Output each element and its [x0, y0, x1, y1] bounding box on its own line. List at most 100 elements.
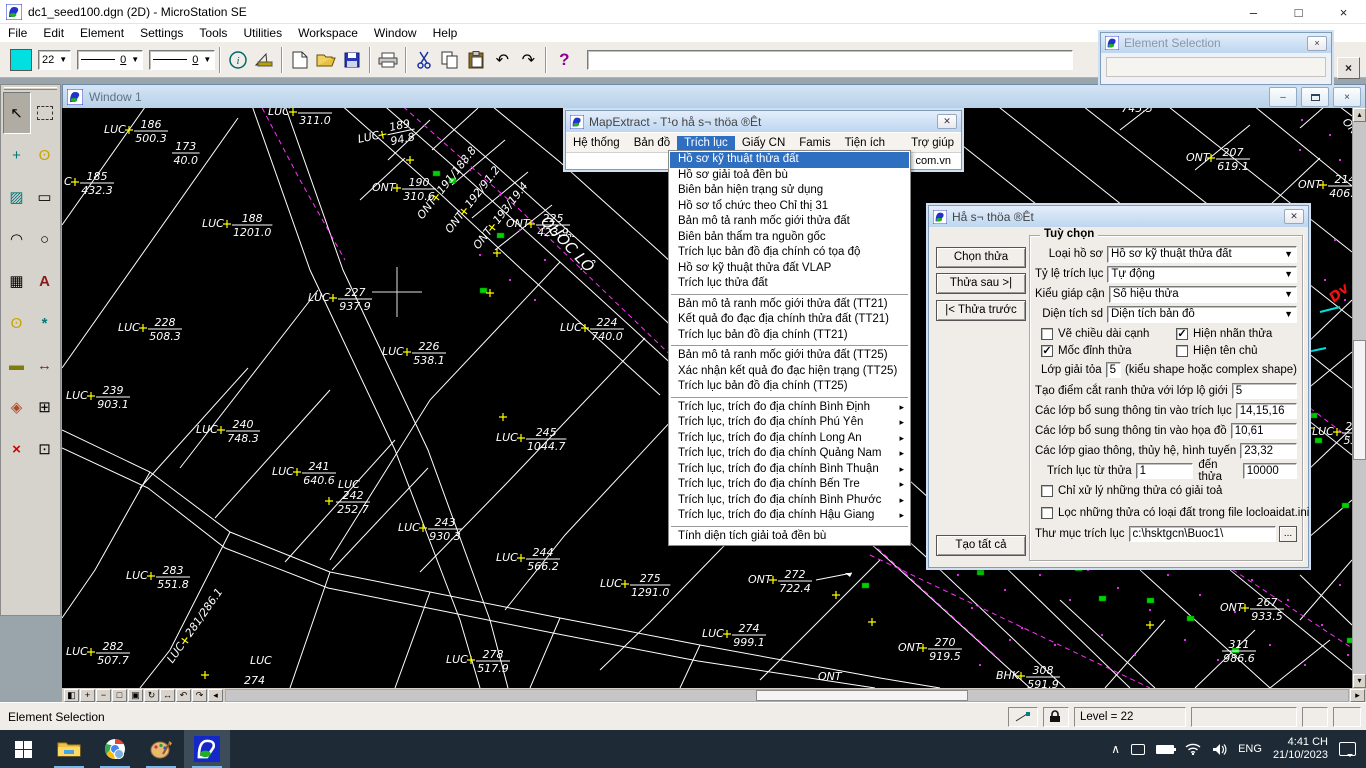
dropdown-menu-item[interactable]: Trích lục, trích đo địa chính Bình Thuận…	[670, 462, 909, 478]
minimize-button[interactable]: –	[1231, 0, 1276, 24]
mapextract-menu-item[interactable]: Bản đồ	[627, 136, 677, 150]
file-explorer-taskbar-button[interactable]	[46, 730, 92, 768]
color-palette-tool[interactable]: ◈	[3, 386, 31, 428]
dropdown-menu-item[interactable]: Trích lục, trích đo địa chính Hậu Giang▸	[670, 508, 909, 524]
rotation-lock-icon[interactable]	[1131, 744, 1145, 755]
key-in-field[interactable]	[587, 50, 1073, 70]
measure-tool[interactable]: ▬	[3, 344, 31, 386]
line-style-combo[interactable]: 0▼	[77, 50, 143, 70]
moc-dinh-thua-checkbox[interactable]: Mốc đỉnh thửa	[1041, 345, 1176, 357]
loc-thua-loai-dat-checkbox[interactable]: Lọc những thửa có loại đất trong file lo…	[1041, 503, 1297, 522]
mapextract-menu-item[interactable]: Famis	[792, 136, 837, 150]
lop-giao-thong-input[interactable]: 23,32	[1240, 443, 1297, 459]
loai-ho-so-select[interactable]: Hồ sơ kỹ thuật thửa đất▼	[1107, 246, 1297, 263]
cut-button[interactable]	[412, 48, 436, 72]
palette-grip[interactable]	[4, 87, 57, 90]
mapextract-menu-item[interactable]: Tiện ích	[838, 136, 892, 150]
lock-panel[interactable]	[1043, 707, 1069, 727]
ve-chieu-dai-canh-checkbox[interactable]: Vẽ chiều dài cạnh	[1041, 328, 1176, 340]
start-button[interactable]	[0, 730, 46, 768]
kieu-giap-can-select[interactable]: Số hiệu thửa▼	[1109, 286, 1297, 303]
mapextract-menu-item[interactable]: Trích lục	[677, 136, 735, 150]
hien-nhan-thua-checkbox[interactable]: Hiện nhãn thửa	[1176, 328, 1297, 340]
view-control-6[interactable]: ↔	[160, 689, 175, 702]
battery-icon[interactable]	[1156, 745, 1174, 754]
dropdown-menu-item[interactable]: Trích lục, trích đo địa chính Bến Tre▸	[670, 477, 909, 493]
paste-button[interactable]	[464, 48, 488, 72]
analyze-element-button[interactable]: i	[226, 48, 250, 72]
chrome-taskbar-button[interactable]	[92, 730, 138, 768]
mapextract-menu-item[interactable]: Trợ giúp	[904, 136, 961, 150]
window1-close-button[interactable]: ×	[1333, 87, 1361, 107]
line-weight-combo[interactable]: 0▼	[149, 50, 215, 70]
menu-item-workspace[interactable]: Workspace	[290, 26, 366, 40]
element-selection-titlebar[interactable]: Element Selection ×	[1101, 33, 1331, 53]
thua-sau-button[interactable]: Thửa sau >|	[936, 273, 1026, 294]
save-button[interactable]	[340, 48, 364, 72]
chi-xu-ly-giai-toa-checkbox[interactable]: Chỉ xử lý những thửa có giải toả	[1041, 481, 1297, 500]
menu-item-window[interactable]: Window	[366, 26, 425, 40]
dropdown-menu-item[interactable]: Kết quả đo đạc địa chính thửa đất (TT21)	[670, 312, 909, 328]
dropdown-menu-item[interactable]: Trích lục thửa đất	[670, 276, 909, 292]
dropdown-menu-item[interactable]: Trích lục bản đồ địa chính (TT21)	[670, 328, 909, 344]
fit-view-tool[interactable]: ⊡	[31, 428, 59, 470]
cells-tool[interactable]: ▦	[3, 260, 31, 302]
delete-element-tool[interactable]: ×	[3, 428, 31, 470]
view-control-7[interactable]: ↶	[176, 689, 191, 702]
dropdown-menu-item[interactable]: Xác nhận kết quả đo đạc hiện trạng (TT25…	[670, 364, 909, 380]
clock[interactable]: 4:41 CH21/10/2023	[1273, 736, 1328, 762]
dropdown-menu-item[interactable]: Trích lục bản đồ địa chính (TT25)	[670, 379, 909, 395]
snap-mode-panel[interactable]	[1008, 707, 1038, 727]
view-control-5[interactable]: ↻	[144, 689, 159, 702]
vertical-scrollbar[interactable]: ▴ ▾	[1352, 108, 1366, 688]
active-color-swatch[interactable]	[10, 49, 32, 71]
menu-item-edit[interactable]: Edit	[35, 26, 72, 40]
text-tool[interactable]: A	[31, 260, 59, 302]
open-file-button[interactable]	[314, 48, 338, 72]
thu-muc-trich-luc-input[interactable]: c:\hsktgcn\Buoc1\	[1129, 526, 1277, 542]
paint-taskbar-button[interactable]	[138, 730, 184, 768]
menu-item-element[interactable]: Element	[72, 26, 132, 40]
view-control-1[interactable]: +	[80, 689, 95, 702]
microstation-taskbar-button[interactable]	[184, 730, 230, 768]
ellipse-tool[interactable]: ○	[31, 218, 59, 260]
scroll-left-button[interactable]: ◂	[208, 689, 223, 702]
smartline-tool[interactable]: ʘ	[31, 134, 59, 176]
den-thua-input[interactable]: 10000	[1243, 463, 1297, 479]
view-control-0[interactable]: ◧	[64, 689, 79, 702]
dropdown-menu-item[interactable]: Trích lục, trích đo địa chính Bình Phước…	[670, 493, 909, 509]
pattern-tool[interactable]: ▨	[3, 176, 31, 218]
window1-titlebar[interactable]: Window 1 – ×	[63, 85, 1365, 109]
help-button[interactable]: ?	[552, 48, 576, 72]
scroll-up-button[interactable]: ▴	[1353, 108, 1366, 122]
point-star-tool[interactable]: *	[31, 302, 59, 344]
view-control-8[interactable]: ↷	[192, 689, 207, 702]
vertical-scroll-thumb[interactable]	[1353, 340, 1366, 460]
lop-giai-toa-input[interactable]: 5	[1106, 362, 1121, 378]
change-attributes-tool[interactable]: ⊞	[31, 386, 59, 428]
dropdown-menu-item[interactable]: Trích lục, trích đo địa chính Quảng Nam▸	[670, 446, 909, 462]
dropdown-menu-item[interactable]: Bản mô tả ranh mốc giới thửa đất (TT21)	[670, 297, 909, 313]
chon-thua-button[interactable]: Chọn thửa	[936, 247, 1026, 268]
wifi-icon[interactable]	[1185, 743, 1201, 755]
lop-bo-sung-trich-luc-input[interactable]: 14,15,16	[1236, 403, 1297, 419]
dropdown-menu-item[interactable]: Trích lục, trích đo địa chính Long An▸	[670, 431, 909, 447]
dimension-tool[interactable]: ↔	[31, 344, 59, 386]
view-control-3[interactable]: □	[112, 689, 127, 702]
mapextract-close-button[interactable]: ✕	[937, 114, 957, 129]
points-tool[interactable]: +	[3, 134, 31, 176]
scroll-right-button[interactable]: ▸	[1350, 689, 1365, 702]
isolate-element-tool[interactable]: ʘ	[3, 302, 31, 344]
diem-cat-ranh-input[interactable]: 5	[1232, 383, 1297, 399]
tray-expand-icon[interactable]: ∧	[1111, 742, 1120, 756]
lop-bo-sung-hoa-do-input[interactable]: 10,61	[1231, 423, 1297, 439]
dropdown-menu-item[interactable]: Hồ sơ tổ chức theo Chỉ thị 31	[670, 199, 909, 215]
dropdown-menu-item[interactable]: Tính diện tích giải toả đền bù	[670, 529, 909, 545]
dropdown-menu-item[interactable]: Trích lục, trích đo địa chính Phú Yên▸	[670, 415, 909, 431]
view-control-4[interactable]: ▣	[128, 689, 143, 702]
menu-item-utilities[interactable]: Utilities	[235, 26, 290, 40]
thua-truoc-button[interactable]: |< Thửa trước	[936, 300, 1026, 321]
menu-item-settings[interactable]: Settings	[132, 26, 191, 40]
acs-tool-button[interactable]	[252, 48, 276, 72]
horizontal-scrollbar[interactable]	[225, 689, 1349, 702]
